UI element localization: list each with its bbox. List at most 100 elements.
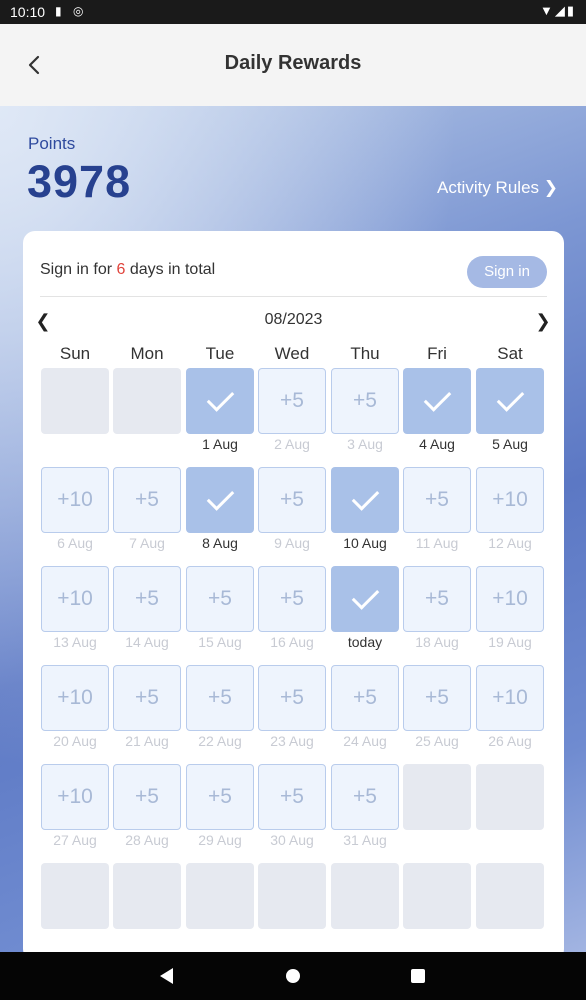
calendar-day[interactable]: +5 14 Aug xyxy=(113,566,183,654)
calendar-day[interactable]: +10 6 Aug xyxy=(41,467,111,555)
reward-points: +5 xyxy=(280,587,304,610)
calendar-day[interactable]: +5 7 Aug xyxy=(113,467,183,555)
wifi-icon: ▼ xyxy=(539,3,555,18)
points-label: Points xyxy=(28,134,76,153)
day-reward-cell[interactable]: +10 xyxy=(41,467,109,533)
day-reward-cell[interactable]: +5 xyxy=(113,665,181,731)
calendar-day[interactable]: +5 18 Aug xyxy=(403,566,473,654)
calendar-day[interactable]: +5 2 Aug xyxy=(258,368,328,456)
reward-points: +10 xyxy=(492,587,528,610)
calendar-day xyxy=(41,863,111,951)
calendar-day[interactable]: +5 9 Aug xyxy=(258,467,328,555)
checkmark-icon xyxy=(496,384,524,412)
day-date-label: 29 Aug xyxy=(198,832,242,848)
calendar-day[interactable]: +10 13 Aug xyxy=(41,566,111,654)
day-reward-cell[interactable]: +5 xyxy=(331,764,399,830)
checkmark-icon xyxy=(206,384,234,412)
points-value: 3978 xyxy=(27,156,132,207)
reward-points: +5 xyxy=(208,587,232,610)
reward-points: +5 xyxy=(425,488,449,511)
day-reward-cell[interactable]: +5 xyxy=(186,665,254,731)
system-nav-bar xyxy=(0,952,586,1000)
day-reward-cell[interactable]: +5 xyxy=(403,665,471,731)
day-date-label: 30 Aug xyxy=(270,832,314,848)
calendar-day xyxy=(186,863,256,951)
reward-points: +10 xyxy=(57,587,93,610)
day-reward-cell[interactable]: +10 xyxy=(41,665,109,731)
calendar-day[interactable]: +10 12 Aug xyxy=(476,467,546,555)
day-date-label: 25 Aug xyxy=(415,733,459,749)
calendar-day[interactable]: +5 3 Aug xyxy=(331,368,401,456)
calendar-day[interactable]: 8 Aug xyxy=(186,467,256,555)
day-reward-cell[interactable]: +10 xyxy=(41,566,109,632)
home-circle-icon[interactable] xyxy=(286,969,300,983)
day-reward-cell[interactable]: +5 xyxy=(403,467,471,533)
calendar-day xyxy=(476,863,546,951)
day-reward-cell[interactable]: +10 xyxy=(476,665,544,731)
day-reward-cell[interactable]: +5 xyxy=(186,764,254,830)
day-checked-cell[interactable] xyxy=(476,368,544,434)
day-date-label: 31 Aug xyxy=(343,832,387,848)
activity-rules-link[interactable]: Activity Rules ❯ xyxy=(437,178,558,198)
day-reward-cell[interactable]: +5 xyxy=(258,665,326,731)
day-empty-cell xyxy=(403,863,471,929)
calendar-day[interactable]: 4 Aug xyxy=(403,368,473,456)
status-icons: ▼◢▮ xyxy=(540,3,576,19)
day-reward-cell[interactable]: +5 xyxy=(113,566,181,632)
calendar-day[interactable]: 10 Aug xyxy=(331,467,401,555)
day-reward-cell[interactable]: +5 xyxy=(258,764,326,830)
calendar-day[interactable]: +5 23 Aug xyxy=(258,665,328,753)
day-reward-cell[interactable]: +10 xyxy=(476,467,544,533)
day-reward-cell[interactable]: +5 xyxy=(258,566,326,632)
calendar-day[interactable]: +5 15 Aug xyxy=(186,566,256,654)
reward-points: +10 xyxy=(57,488,93,511)
calendar-day[interactable]: +5 16 Aug xyxy=(258,566,328,654)
calendar-day[interactable]: +5 30 Aug xyxy=(258,764,328,852)
day-reward-cell[interactable]: +5 xyxy=(258,467,326,533)
calendar-day[interactable]: +5 31 Aug xyxy=(331,764,401,852)
calendar-day[interactable]: +5 25 Aug xyxy=(403,665,473,753)
day-date-label: 26 Aug xyxy=(488,733,532,749)
recents-square-icon[interactable] xyxy=(411,969,425,983)
day-date-label: today xyxy=(347,634,383,650)
day-date-label: 24 Aug xyxy=(343,733,387,749)
day-date-label: 15 Aug xyxy=(198,634,242,650)
day-date-label: 5 Aug xyxy=(492,436,528,452)
day-checked-cell[interactable] xyxy=(331,566,399,632)
back-triangle-icon[interactable] xyxy=(160,968,173,984)
day-date-label: 12 Aug xyxy=(488,535,532,551)
calendar-day[interactable]: +5 24 Aug xyxy=(331,665,401,753)
calendar-day[interactable]: +5 29 Aug xyxy=(186,764,256,852)
calendar-day[interactable]: +5 28 Aug xyxy=(113,764,183,852)
calendar-day[interactable]: +10 19 Aug xyxy=(476,566,546,654)
calendar-day xyxy=(113,368,183,456)
day-checked-cell[interactable] xyxy=(403,368,471,434)
battery-icon: ▮ xyxy=(566,3,576,18)
calendar-day[interactable]: +5 11 Aug xyxy=(403,467,473,555)
day-reward-cell[interactable]: +10 xyxy=(476,566,544,632)
calendar-day[interactable]: +5 21 Aug xyxy=(113,665,183,753)
day-checked-cell[interactable] xyxy=(331,467,399,533)
day-reward-cell[interactable]: +10 xyxy=(41,764,109,830)
day-reward-cell[interactable]: +5 xyxy=(113,467,181,533)
day-reward-cell[interactable]: +5 xyxy=(258,368,326,434)
calendar-day[interactable]: 1 Aug xyxy=(186,368,256,456)
calendar-day[interactable]: +10 20 Aug xyxy=(41,665,111,753)
reward-points: +5 xyxy=(425,587,449,610)
day-reward-cell[interactable]: +5 xyxy=(331,368,399,434)
calendar-day[interactable]: +10 26 Aug xyxy=(476,665,546,753)
day-date-label: 28 Aug xyxy=(125,832,169,848)
calendar-day[interactable]: +5 22 Aug xyxy=(186,665,256,753)
day-reward-cell[interactable]: +5 xyxy=(331,665,399,731)
calendar-day xyxy=(41,368,111,456)
calendar-day[interactable]: 5 Aug xyxy=(476,368,546,456)
day-checked-cell[interactable] xyxy=(186,368,254,434)
day-reward-cell[interactable]: +5 xyxy=(403,566,471,632)
day-date-label: 1 Aug xyxy=(202,436,238,452)
day-reward-cell[interactable]: +5 xyxy=(113,764,181,830)
day-reward-cell[interactable]: +5 xyxy=(186,566,254,632)
day-checked-cell[interactable] xyxy=(186,467,254,533)
calendar-day[interactable]: today xyxy=(331,566,401,654)
day-empty-cell xyxy=(476,764,544,830)
calendar-day[interactable]: +10 27 Aug xyxy=(41,764,111,852)
